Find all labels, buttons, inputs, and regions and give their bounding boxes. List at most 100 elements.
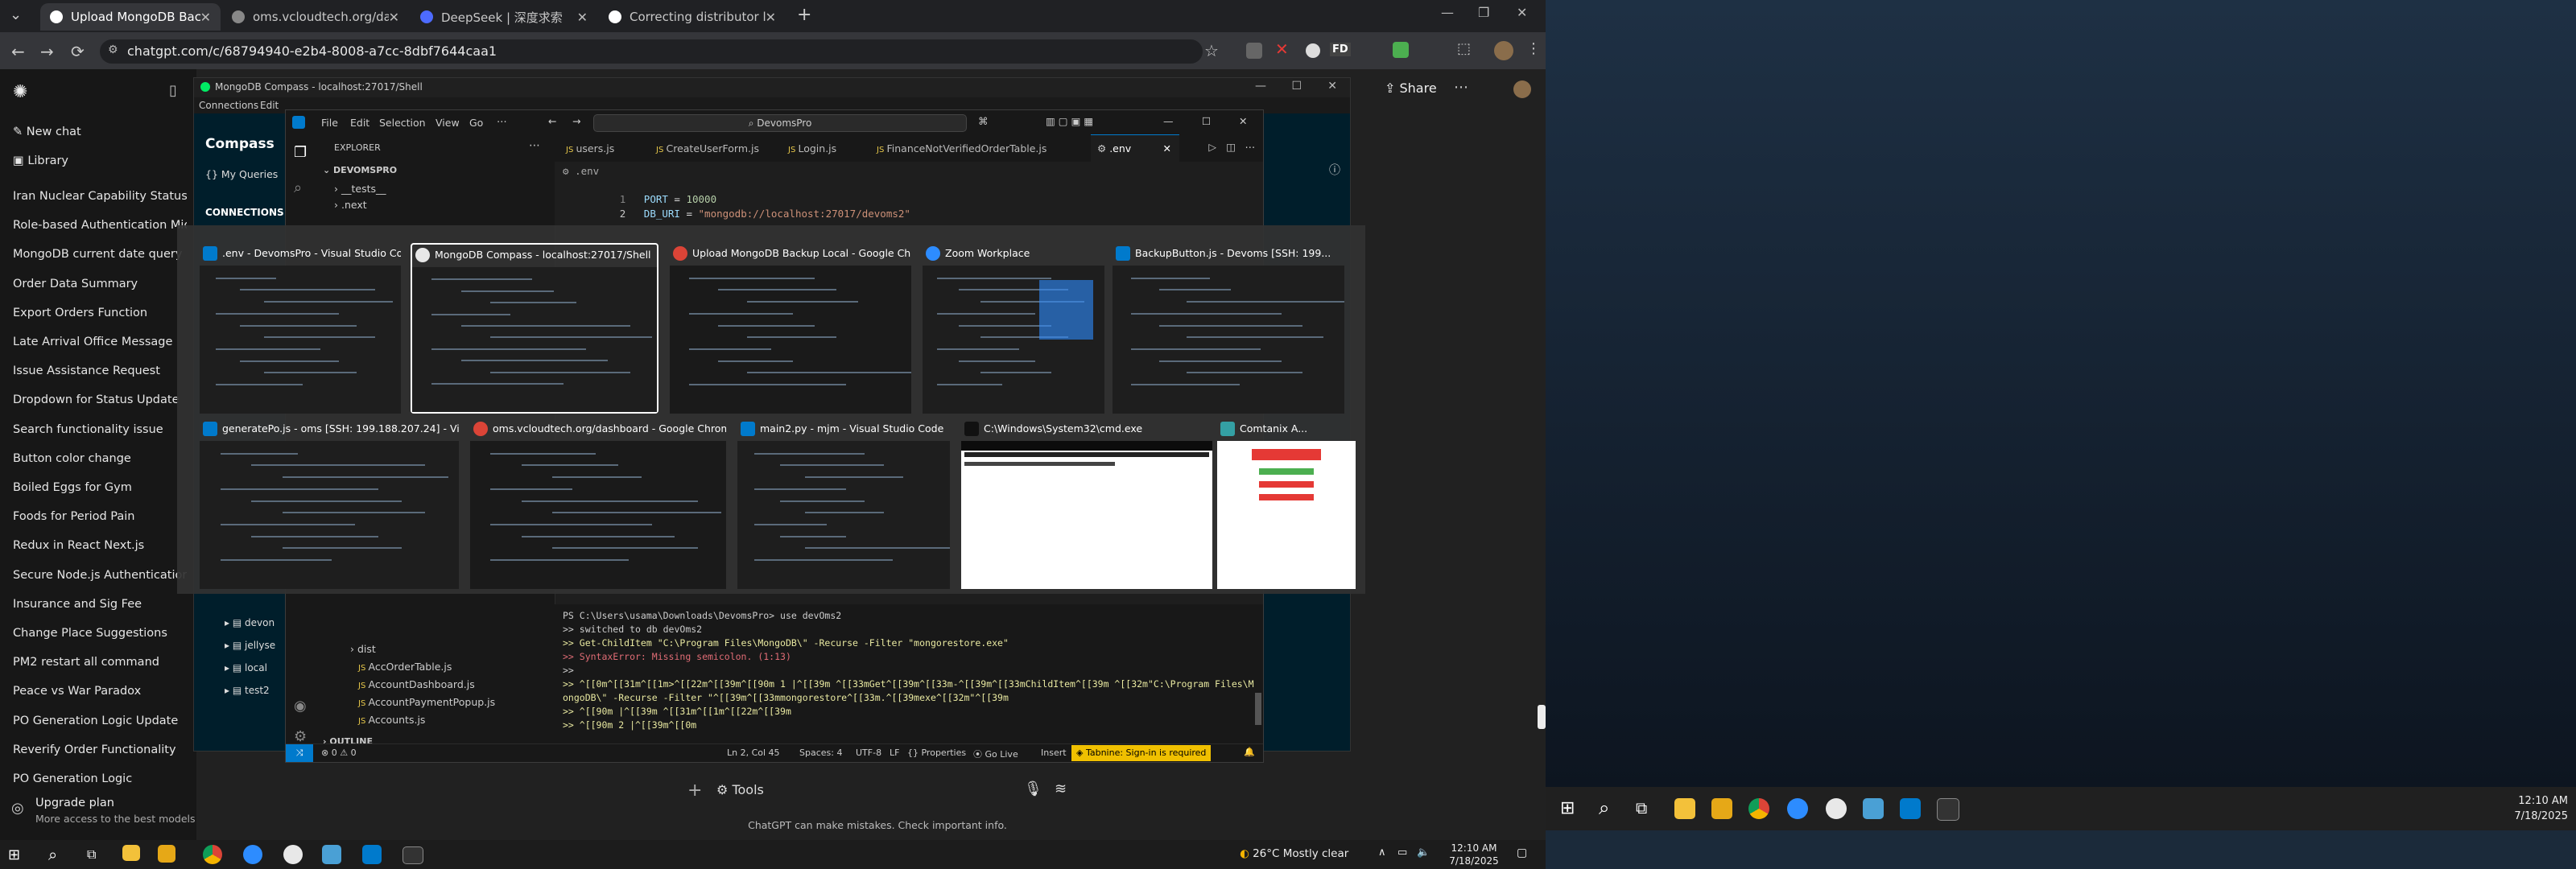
extension-green-icon[interactable] — [1393, 42, 1409, 58]
layout-icon[interactable]: ▥ ▢ ▣ ▦ — [1046, 115, 1093, 127]
store-icon[interactable] — [1711, 798, 1732, 819]
vscode-maximize-icon[interactable]: ☐ — [1202, 115, 1211, 127]
command-center-search[interactable]: ⌕ DevomsPro — [593, 114, 967, 132]
tab-close-icon[interactable]: ✕ — [766, 10, 776, 25]
share-button[interactable]: ⇪ Share — [1385, 80, 1437, 96]
switcher-tile[interactable]: MongoDB Compass - localhost:27017/Shell — [411, 243, 658, 414]
add-attachment-icon[interactable]: + — [687, 780, 702, 801]
vscode-ssh-taskbar-icon[interactable] — [322, 845, 341, 864]
search-sidebar-icon[interactable]: ⌕ — [294, 179, 302, 196]
tree-file[interactable]: JS AccOrderTable.js — [358, 661, 452, 673]
minimize-icon[interactable]: — — [1441, 5, 1454, 20]
zoom-taskbar-icon[interactable] — [1787, 798, 1808, 819]
chat-history-item[interactable]: Foods for Period Pain — [13, 510, 135, 523]
manage-gear-icon[interactable]: ⚙ — [294, 728, 307, 745]
terminal-taskbar-icon[interactable] — [1937, 798, 1959, 821]
run-icon[interactable]: ▷ — [1208, 141, 1216, 153]
chat-history-item[interactable]: Issue Assistance Request — [13, 364, 160, 377]
profile-badge[interactable]: FD — [1330, 43, 1351, 56]
site-info-icon[interactable]: ⚙ — [108, 43, 118, 56]
notifications-icon[interactable]: 🔔 — [1244, 747, 1255, 757]
eol[interactable]: LF — [890, 748, 899, 758]
tab-upload-mongodb[interactable]: Upload MongoDB Backup Local ✕ — [40, 3, 221, 31]
file-explorer-icon[interactable] — [1674, 798, 1695, 819]
taskbar-clock[interactable]: 12:10 AM 7/18/2025 — [2479, 793, 2568, 824]
switcher-tile[interactable]: C:\Windows\System32\cmd.exe — [961, 418, 1212, 589]
new-chat-button[interactable]: ✎ New chat — [13, 126, 81, 138]
tab-close-icon[interactable]: ✕ — [389, 10, 399, 25]
notification-center-icon[interactable]: ▢ — [1517, 846, 1527, 859]
vscode-taskbar-icon[interactable] — [1900, 798, 1921, 819]
terminal-panel[interactable]: PS C:\Users\usama\Downloads\DevomsPro> u… — [555, 604, 1263, 746]
tab-search-icon[interactable]: ⌄ — [10, 6, 22, 23]
terminal-scrollbar[interactable] — [1255, 693, 1261, 725]
explorer-more-icon[interactable]: ⋯ — [529, 139, 540, 152]
tree-item[interactable]: › __tests__ — [334, 183, 386, 195]
tray-chevron-icon[interactable]: ∧ — [1378, 846, 1386, 859]
upgrade-plan-button[interactable]: ◎ Upgrade plan More access to the best m… — [11, 795, 196, 830]
extension-circle-icon[interactable] — [1306, 43, 1320, 58]
chat-history-item[interactable]: PM2 restart all command — [13, 656, 159, 669]
db-item[interactable]: ▸ ▤ local — [225, 662, 267, 673]
windows-start-icon[interactable]: ⊞ — [8, 846, 20, 863]
tree-file[interactable]: JS Accounts.js — [358, 714, 425, 726]
file-explorer-icon[interactable] — [122, 845, 140, 861]
menu-file[interactable]: File — [321, 117, 338, 129]
chat-history-item[interactable]: Change Place Suggestions — [13, 627, 167, 640]
encoding[interactable]: UTF-8 — [856, 748, 881, 758]
project-folder[interactable]: ⌄ DEVOMSPRO — [323, 165, 397, 175]
new-tab-icon[interactable]: + — [797, 5, 811, 25]
cursor-position[interactable]: Ln 2, Col 45 — [727, 748, 780, 758]
switcher-tile[interactable]: Comtanix A... — [1217, 418, 1356, 589]
editor-more-icon[interactable]: ⋯ — [1245, 141, 1256, 153]
switcher-tile[interactable]: BackupButton.js - Devoms [SSH: 199... — [1113, 243, 1344, 414]
tab-createuserform[interactable]: JS CreateUserForm.js — [656, 142, 759, 154]
voice-mode-icon[interactable]: ≋ — [1055, 780, 1067, 797]
menu-edit[interactable]: Edit — [260, 100, 279, 111]
chat-history-item[interactable]: Peace vs War Paradox — [13, 685, 141, 698]
chat-history-item[interactable]: Boiled Eggs for Gym — [13, 481, 132, 494]
insert-mode[interactable]: Insert — [1041, 748, 1067, 758]
compass-info-icon[interactable]: ⓘ — [1329, 162, 1340, 178]
tabnine-status[interactable]: ◈ Tabnine: Sign-in is required — [1071, 745, 1212, 761]
store-icon[interactable] — [158, 845, 175, 863]
taskbar-search-icon[interactable]: ⌕ — [1599, 797, 1609, 819]
extension-icon[interactable] — [1246, 43, 1262, 59]
vscode-minimize-icon[interactable]: — — [1163, 115, 1174, 127]
address-bar[interactable]: chatgpt.com/c/68794940-e2b4-8008-a7cc-8d… — [100, 39, 1203, 64]
chat-history-item[interactable]: MongoDB current date query — [13, 248, 182, 261]
chrome-taskbar-icon[interactable] — [1748, 798, 1769, 819]
nav-forward-icon[interactable]: → — [572, 115, 580, 127]
taskbar-search-icon[interactable]: ⌕ — [48, 845, 57, 864]
menu-view[interactable]: View — [436, 117, 460, 129]
chat-history-item[interactable]: Iran Nuclear Capability Status — [13, 190, 187, 203]
compass-close-icon[interactable]: ✕ — [1327, 80, 1337, 93]
menu-edit[interactable]: Edit — [350, 117, 369, 129]
copilot-icon[interactable]: ⌘ — [978, 115, 989, 127]
tab-close-icon[interactable]: ✕ — [577, 10, 588, 25]
extensions-puzzle-icon[interactable]: ⬚ — [1457, 40, 1471, 57]
compass-taskbar-icon[interactable] — [1826, 798, 1847, 819]
forward-icon[interactable]: → — [40, 42, 54, 61]
tab-close-icon[interactable]: ✕ — [1163, 135, 1171, 163]
menu-selection[interactable]: Selection — [379, 117, 426, 129]
vscode-close-icon[interactable]: ✕ — [1239, 115, 1247, 127]
db-item[interactable]: ▸ ▤ devon — [225, 617, 275, 628]
tab-env[interactable]: ⚙ .env ✕ — [1091, 134, 1179, 162]
network-icon[interactable]: ▭ — [1397, 846, 1407, 859]
menu-more-icon[interactable]: ⋯ — [497, 115, 507, 127]
tree-item[interactable]: › dist — [350, 643, 376, 655]
chat-history-item[interactable]: Secure Node.js Authentication — [13, 569, 187, 582]
switcher-tile[interactable]: oms.vcloudtech.org/dashboard - Google Ch… — [470, 418, 726, 589]
library-button[interactable]: ▣ Library — [13, 154, 68, 167]
chat-history-item[interactable]: Reverify Order Functionality — [13, 743, 176, 756]
vscode-taskbar-icon[interactable] — [362, 845, 382, 864]
tools-button[interactable]: ⚙ Tools — [716, 782, 764, 797]
user-avatar[interactable] — [1513, 80, 1531, 98]
volume-icon[interactable]: 🔈 — [1417, 846, 1430, 859]
switcher-tile[interactable]: .env - DevomsPro - Visual Studio Code — [200, 243, 401, 414]
chat-history-item[interactable]: Role-based Authentication Mid... — [13, 219, 187, 232]
indentation[interactable]: Spaces: 4 — [799, 748, 842, 758]
tab-login[interactable]: JS Login.js — [788, 142, 836, 154]
chat-history-item[interactable]: Button color change — [13, 452, 131, 465]
